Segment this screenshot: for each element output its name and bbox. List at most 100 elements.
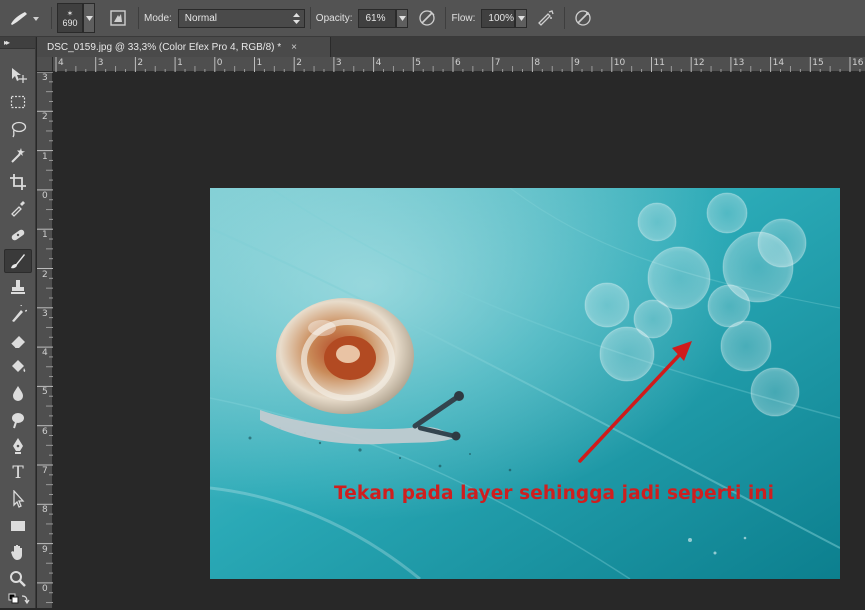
healing-brush-tool[interactable] — [4, 223, 32, 247]
snail-on-leaf-photo — [210, 188, 840, 579]
pen-nib-icon — [13, 438, 23, 454]
collapse-chevrons-icon: ▸▸ — [4, 38, 10, 47]
ruler-label: 6 — [42, 426, 48, 437]
options-bar: ✶ 690 Mode: Normal Opacity: 61% Flow: 10… — [0, 0, 865, 37]
ruler-label: 16 — [852, 58, 864, 68]
vertical-ruler[interactable]: 3 2 1 0 1 2 3 4 5 6 7 8 9 0 — [37, 72, 53, 608]
document-tab-bar: DSC_0159.jpg @ 33,3% (Color Efex Pro 4, … — [37, 37, 865, 57]
dodge-tool[interactable] — [4, 408, 32, 432]
swap-colors-icon[interactable] — [8, 593, 30, 607]
blend-mode-value: Normal — [184, 12, 218, 24]
ruler-label: 14 — [772, 58, 785, 68]
hand-tool[interactable] — [4, 540, 32, 564]
separator — [51, 7, 52, 29]
ruler-label: 3 — [97, 58, 104, 68]
ruler-origin[interactable] — [37, 57, 53, 72]
close-icon[interactable]: × — [291, 42, 297, 53]
ruler-label: 0 — [42, 190, 48, 201]
ruler-label: 4 — [375, 58, 382, 68]
hand-icon — [11, 545, 22, 560]
ruler-label: 2 — [42, 269, 48, 280]
paintbrush-icon — [11, 254, 25, 269]
horizontal-ruler[interactable]: 4 3 2 1 0 1 2 3 4 5 6 7 8 9 10 11 12 13 14 15 16 — [53, 57, 865, 72]
move-tool[interactable] — [4, 63, 32, 87]
brush-icon — [11, 12, 39, 25]
move-icon — [12, 68, 27, 83]
ruler-label: 1 — [177, 58, 183, 68]
brush-size-dropdown[interactable] — [83, 3, 95, 33]
ruler-label: 0 — [42, 583, 48, 594]
path-selection-tool[interactable] — [4, 487, 32, 511]
blur-tool[interactable] — [4, 381, 32, 405]
eyedropper-tool[interactable] — [4, 196, 32, 220]
chevron-down-icon — [517, 15, 525, 21]
magic-wand-tool[interactable] — [4, 143, 32, 167]
chevron-down-icon — [398, 15, 406, 21]
lasso-tool[interactable] — [4, 117, 32, 141]
brush-tool[interactable] — [4, 249, 32, 273]
ruler-label: 10 — [613, 58, 626, 68]
ruler-label: 1 — [42, 151, 48, 162]
brush-tip-icon: ✶ — [66, 8, 74, 18]
ruler-label: 7 — [494, 58, 501, 68]
history-brush-icon — [12, 305, 27, 322]
ruler-label: 8 — [42, 505, 48, 516]
ruler-label: 3 — [42, 73, 48, 83]
dodge-icon — [12, 413, 24, 429]
separator — [445, 7, 447, 29]
pressure-size-button[interactable] — [570, 5, 596, 31]
airbrush-icon — [538, 10, 555, 26]
ruler-label: 2 — [137, 58, 144, 68]
flow-value: 100% — [488, 12, 514, 24]
paint-bucket-tool[interactable] — [4, 355, 32, 379]
tools-panel: ▸▸ T — [0, 37, 36, 608]
rectangle-tool[interactable] — [4, 514, 32, 538]
opacity-dropdown[interactable] — [396, 8, 409, 28]
ruler-label: 13 — [732, 58, 745, 68]
stamp-icon — [11, 280, 25, 294]
ruler-label: 12 — [693, 58, 705, 68]
tools-panel-header[interactable]: ▸▸ — [0, 37, 35, 49]
ruler-label: 0 — [216, 58, 223, 68]
brush-preset-picker[interactable] — [0, 0, 46, 37]
blend-mode-select[interactable]: Normal — [177, 8, 305, 28]
ruler-label: 3 — [42, 308, 48, 319]
separator — [138, 7, 139, 29]
eraser-tool[interactable] — [4, 329, 32, 353]
ruler-label: 5 — [42, 387, 48, 398]
document-tab[interactable]: DSC_0159.jpg @ 33,3% (Color Efex Pro 4, … — [37, 37, 331, 57]
ruler-label: 4 — [58, 58, 64, 68]
ruler-label: 6 — [455, 58, 461, 68]
ruler-label: 3 — [335, 58, 342, 68]
updown-arrows-icon — [292, 12, 300, 24]
clone-stamp-tool[interactable] — [4, 276, 32, 300]
eraser-icon — [10, 336, 25, 349]
brush-size-value: 690 — [62, 17, 78, 28]
ruler-label: 4 — [42, 348, 48, 359]
airbrush-button[interactable] — [533, 5, 559, 31]
type-t-icon: T — [12, 463, 24, 483]
history-brush-tool[interactable] — [4, 302, 32, 326]
ruler-label: 11 — [653, 58, 665, 68]
opacity-field[interactable]: 61% — [358, 8, 397, 28]
ruler-label: 9 — [574, 58, 580, 68]
water-drop-icon — [13, 386, 23, 401]
lasso-icon — [11, 121, 27, 138]
zoom-magnifier-icon — [10, 571, 26, 587]
pressure-opacity-button[interactable] — [414, 5, 440, 31]
separator — [564, 7, 566, 29]
document-image[interactable] — [210, 188, 840, 579]
zoom-tool[interactable] — [4, 567, 32, 591]
flow-field[interactable]: 100% — [481, 8, 516, 28]
type-tool[interactable]: T — [4, 461, 32, 485]
toggle-brush-panel-button[interactable] — [103, 3, 133, 33]
brush-size-preview[interactable]: ✶ 690 — [57, 3, 83, 33]
bandage-icon — [11, 229, 25, 241]
flow-dropdown[interactable] — [515, 8, 528, 28]
marquee-tool[interactable] — [4, 90, 32, 114]
ruler-label: 7 — [42, 466, 48, 476]
crop-tool[interactable] — [4, 170, 32, 194]
separator — [309, 7, 311, 29]
pen-tool[interactable] — [4, 434, 32, 458]
annotation-caption: Tekan pada layer sehingga jadi seperti i… — [334, 483, 775, 504]
